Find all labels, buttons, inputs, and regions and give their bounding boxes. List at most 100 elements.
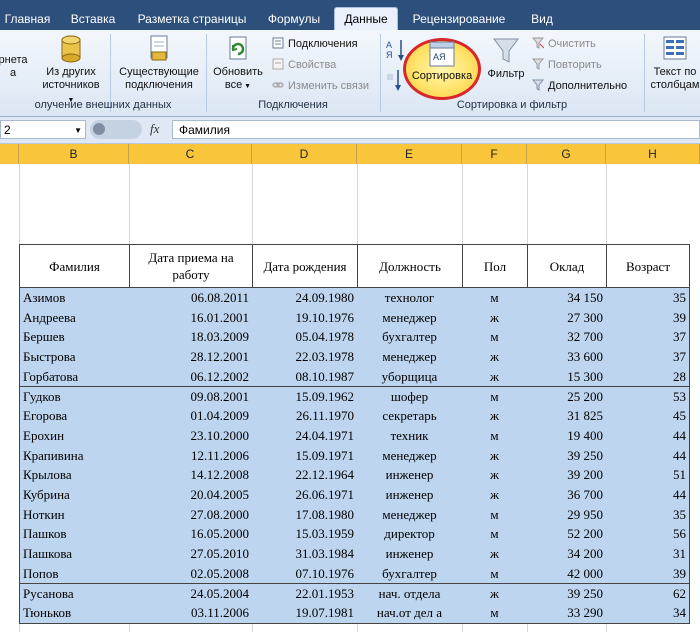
- table-cell[interactable]: ж: [462, 445, 528, 467]
- table-cell[interactable]: Тюньков: [19, 603, 130, 624]
- table-cell[interactable]: 37: [606, 347, 690, 368]
- table-cell[interactable]: Бершев: [19, 327, 130, 349]
- column-header-b[interactable]: B: [19, 144, 129, 164]
- from-web-button[interactable]: рнета а: [0, 54, 32, 80]
- table-cell[interactable]: 01.04.2009: [129, 406, 253, 427]
- table-cell[interactable]: менеджер: [357, 307, 463, 329]
- table-cell[interactable]: 16.05.2000: [129, 524, 253, 546]
- table-cell[interactable]: ж: [462, 583, 528, 605]
- table-cell[interactable]: Ноткин: [19, 504, 130, 526]
- refresh-all-button[interactable]: Обновить все ▼: [208, 34, 268, 93]
- tab-home[interactable]: Главная: [0, 9, 55, 30]
- table-cell[interactable]: 12.11.2006: [129, 445, 253, 467]
- table-cell[interactable]: Пашков: [19, 524, 130, 546]
- tab-page-layout[interactable]: Разметка страницы: [133, 9, 251, 30]
- table-cell[interactable]: ж: [462, 485, 528, 506]
- table-cell[interactable]: м: [462, 603, 528, 624]
- table-cell[interactable]: м: [462, 563, 528, 585]
- tab-insert[interactable]: Вставка: [62, 9, 124, 30]
- table-cell[interactable]: ж: [462, 406, 528, 427]
- table-cell[interactable]: 62: [606, 583, 690, 605]
- table-cell[interactable]: 39 250: [527, 583, 607, 605]
- table-cell[interactable]: 36 700: [527, 485, 607, 506]
- table-cell[interactable]: м: [462, 327, 528, 349]
- other-sources-button[interactable]: Из других источников ▼: [38, 34, 104, 107]
- table-cell[interactable]: 29 950: [527, 504, 607, 526]
- table-cell[interactable]: менеджер: [357, 445, 463, 467]
- table-cell[interactable]: бухгалтер: [357, 563, 463, 585]
- table-cell[interactable]: нач.от дел а: [357, 603, 463, 624]
- table-cell[interactable]: м: [462, 288, 528, 309]
- table-cell[interactable]: 16.01.2001: [129, 307, 253, 329]
- table-cell[interactable]: инженер: [357, 465, 463, 486]
- column-header-h[interactable]: H: [606, 144, 700, 164]
- table-cell[interactable]: 45: [606, 406, 690, 427]
- table-cell[interactable]: Гудков: [19, 386, 130, 408]
- worksheet-grid[interactable]: Фамилия Дата приема на работу Дата рождени…: [0, 164, 700, 632]
- reapply-button[interactable]: Повторить: [532, 58, 602, 72]
- table-cell[interactable]: 06.12.2002: [129, 366, 253, 388]
- table-header-cell[interactable]: Дата приема на работу: [129, 244, 253, 288]
- column-header-f[interactable]: F: [462, 144, 527, 164]
- table-cell[interactable]: 22.01.1953: [252, 583, 358, 605]
- table-cell[interactable]: 42 000: [527, 563, 607, 585]
- table-cell[interactable]: 24.05.2004: [129, 583, 253, 605]
- table-cell[interactable]: директор: [357, 524, 463, 546]
- table-cell[interactable]: 15.09.1971: [252, 445, 358, 467]
- table-cell[interactable]: м: [462, 425, 528, 447]
- table-cell[interactable]: 09.08.2001: [129, 386, 253, 408]
- table-cell[interactable]: 06.08.2011: [129, 288, 253, 309]
- table-cell[interactable]: 52 200: [527, 524, 607, 546]
- table-cell[interactable]: техник: [357, 425, 463, 447]
- name-box[interactable]: 2 ▼: [0, 120, 86, 139]
- table-cell[interactable]: 44: [606, 445, 690, 467]
- table-cell[interactable]: Крапивина: [19, 445, 130, 467]
- table-cell[interactable]: 27.08.2000: [129, 504, 253, 526]
- table-cell[interactable]: 26.06.1971: [252, 485, 358, 506]
- table-cell[interactable]: Попов: [19, 563, 130, 585]
- table-cell[interactable]: 51: [606, 465, 690, 486]
- column-header-c[interactable]: C: [129, 144, 252, 164]
- table-cell[interactable]: ж: [462, 544, 528, 565]
- tab-view[interactable]: Вид: [522, 9, 562, 30]
- table-cell[interactable]: ж: [462, 465, 528, 486]
- table-cell[interactable]: 18.03.2009: [129, 327, 253, 349]
- table-cell[interactable]: 39: [606, 307, 690, 329]
- table-cell[interactable]: 34 200: [527, 544, 607, 565]
- table-cell[interactable]: 26.11.1970: [252, 406, 358, 427]
- table-cell[interactable]: 28.12.2001: [129, 347, 253, 368]
- tab-review[interactable]: Рецензирование: [406, 9, 512, 30]
- resize-handle-icon[interactable]: [93, 123, 105, 135]
- table-cell[interactable]: ж: [462, 347, 528, 368]
- table-cell[interactable]: 37: [606, 327, 690, 349]
- table-cell[interactable]: менеджер: [357, 504, 463, 526]
- connections-button[interactable]: Подключения: [272, 37, 358, 51]
- table-cell[interactable]: 15.03.1959: [252, 524, 358, 546]
- table-cell[interactable]: бухгалтер: [357, 327, 463, 349]
- table-cell[interactable]: 19 400: [527, 425, 607, 447]
- table-cell[interactable]: м: [462, 504, 528, 526]
- table-cell[interactable]: инженер: [357, 485, 463, 506]
- table-cell[interactable]: менеджер: [357, 347, 463, 368]
- table-cell[interactable]: 39: [606, 563, 690, 585]
- table-cell[interactable]: инженер: [357, 544, 463, 565]
- table-cell[interactable]: уборщица: [357, 366, 463, 388]
- table-cell[interactable]: Пашкова: [19, 544, 130, 565]
- table-cell[interactable]: 24.09.1980: [252, 288, 358, 309]
- column-header-d[interactable]: D: [252, 144, 357, 164]
- table-cell[interactable]: 20.04.2005: [129, 485, 253, 506]
- table-cell[interactable]: 44: [606, 425, 690, 447]
- table-cell[interactable]: 28: [606, 366, 690, 388]
- table-cell[interactable]: 35: [606, 504, 690, 526]
- table-header-cell[interactable]: Пол: [462, 244, 528, 288]
- column-header-e[interactable]: E: [357, 144, 462, 164]
- chevron-down-icon[interactable]: ▼: [74, 121, 82, 140]
- fx-icon[interactable]: fx: [150, 121, 159, 137]
- table-cell[interactable]: 33 600: [527, 347, 607, 368]
- advanced-filter-button[interactable]: Дополнительно: [532, 79, 627, 93]
- table-cell[interactable]: м: [462, 386, 528, 408]
- sort-button[interactable]: АЯ Сортировка: [406, 40, 478, 83]
- table-cell[interactable]: Андреева: [19, 307, 130, 329]
- tab-formulas[interactable]: Формулы: [260, 9, 328, 30]
- formula-input[interactable]: Фамилия: [172, 120, 700, 139]
